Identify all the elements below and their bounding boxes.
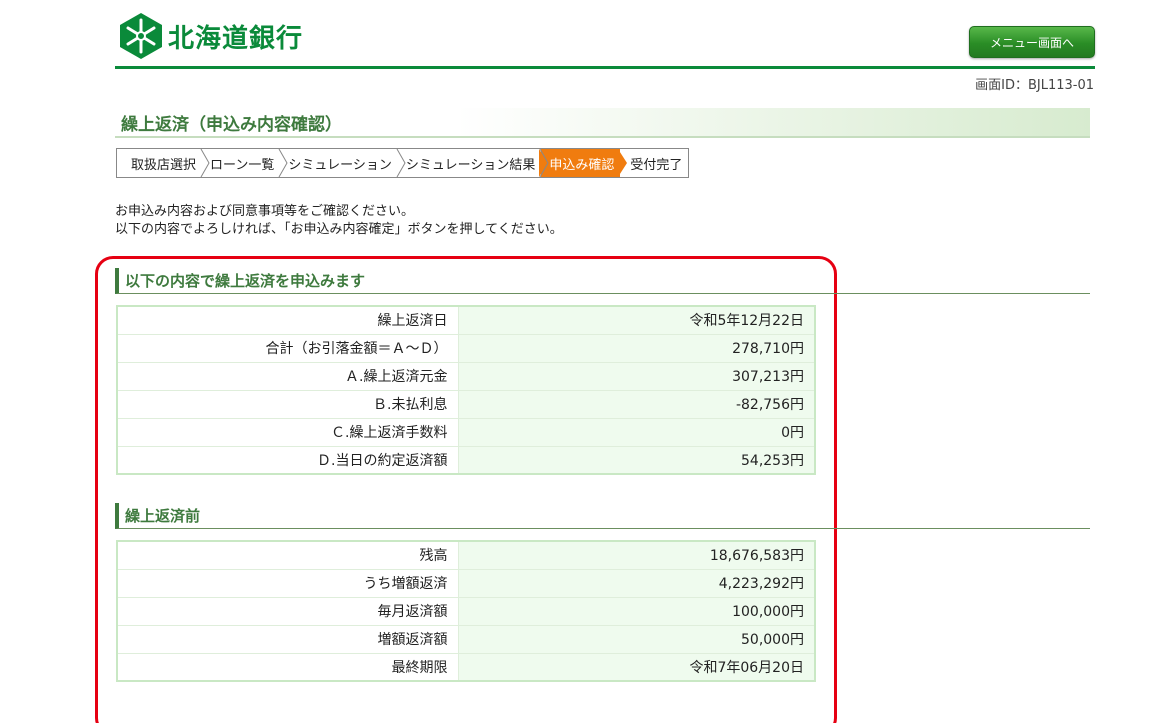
step-chevron-icon [396,149,406,177]
step-chevron-icon [278,149,288,177]
step-chevron-icon [200,149,210,177]
table-row: 残高 18,676,583円 [117,541,815,570]
table-row: Ｃ.繰上返済手数料 0円 [117,418,815,447]
step-loan-list: ローン一覧 [202,149,288,177]
intro-text: お申込み内容および同意事項等をご確認ください。 以下の内容でよろしければ、「お申… [115,203,563,239]
row-value: 0円 [458,418,815,447]
row-label: 残高 [117,541,459,570]
table-row: Ｄ.当日の約定返済額 54,253円 [117,446,815,475]
step-label: 受付完了 [630,157,683,173]
screen-id: 画面ID：BJL113-01 [975,78,1094,93]
row-label: 最終期限 [117,653,459,682]
step-simulation: シミュレーション [280,149,406,177]
table-row: 最終期限 令和7年06月20日 [117,653,815,682]
row-value: 令和5年12月22日 [458,306,815,335]
bank-logo-icon [120,13,162,59]
bank-name: 北海道銀行 [168,23,304,54]
table-row: 合計（お引落金額＝Ａ～Ｄ） 278,710円 [117,334,815,363]
table-row: うち増額返済 4,223,292円 [117,569,815,598]
row-label: うち増額返済 [117,569,459,598]
row-value: 307,213円 [458,362,815,391]
section-heading-application: 以下の内容で繰上返済を申込みます [115,268,1090,294]
step-label: シミュレーション結果 [405,157,536,173]
application-details-table: 繰上返済日 令和5年12月22日 合計（お引落金額＝Ａ～Ｄ） 278,710円 … [116,305,816,475]
step-application-confirm: 申込み確認 [541,149,628,177]
row-value: -82,756円 [458,390,815,419]
step-chevron-icon [539,149,549,177]
row-label: 繰上返済日 [117,306,459,335]
step-chevron-icon [618,149,628,177]
step-label: ローン一覧 [210,157,275,173]
step-label: 取扱店選択 [131,157,197,173]
row-value: 4,223,292円 [458,569,815,598]
before-prepayment-table: 残高 18,676,583円 うち増額返済 4,223,292円 毎月返済額 1… [116,540,816,682]
step-simulation-result: シミュレーション結果 [398,149,549,177]
row-value: 54,253円 [458,446,815,475]
table-row: 毎月返済額 100,000円 [117,597,815,626]
row-label: 合計（お引落金額＝Ａ～Ｄ） [117,334,459,363]
row-value: 278,710円 [458,334,815,363]
step-label: シミュレーション [288,157,392,173]
intro-line-2: 以下の内容でよろしければ、「お申込み内容確定」ボタンを押してください。 [115,222,563,237]
row-label: 増額返済額 [117,625,459,654]
row-label: Ｄ.当日の約定返済額 [117,446,459,475]
bank-logo: 北海道銀行 [118,12,303,60]
row-value: 50,000円 [458,625,815,654]
table-row: 増額返済額 50,000円 [117,625,815,654]
intro-line-1: お申込み内容および同意事項等をご確認ください。 [115,204,415,219]
progress-steps: 取扱店選択 ローン一覧 シミュレーション シミュレーション結果 申込み確認 受付… [116,148,690,178]
step-complete: 受付完了 [620,149,688,177]
row-value: 18,676,583円 [458,541,815,570]
row-label: 毎月返済額 [117,597,459,626]
row-value: 令和7年06月20日 [458,653,815,682]
row-label: Ｂ.未払利息 [117,390,459,419]
step-label: 申込み確認 [549,157,615,173]
row-value: 100,000円 [458,597,815,626]
table-row: Ｂ.未払利息 -82,756円 [117,390,815,419]
section-heading-before-prepayment: 繰上返済前 [115,503,1090,529]
table-row: Ａ.繰上返済元金 307,213円 [117,362,815,391]
page-title: 繰上返済（申込み内容確認） [115,108,1090,138]
menu-screen-button[interactable]: メニュー画面へ [969,26,1095,58]
step-branch-select: 取扱店選択 [117,149,210,177]
table-row: 繰上返済日 令和5年12月22日 [117,306,815,335]
row-label: Ａ.繰上返済元金 [117,362,459,391]
row-label: Ｃ.繰上返済手数料 [117,418,459,447]
header-divider [115,66,1095,69]
